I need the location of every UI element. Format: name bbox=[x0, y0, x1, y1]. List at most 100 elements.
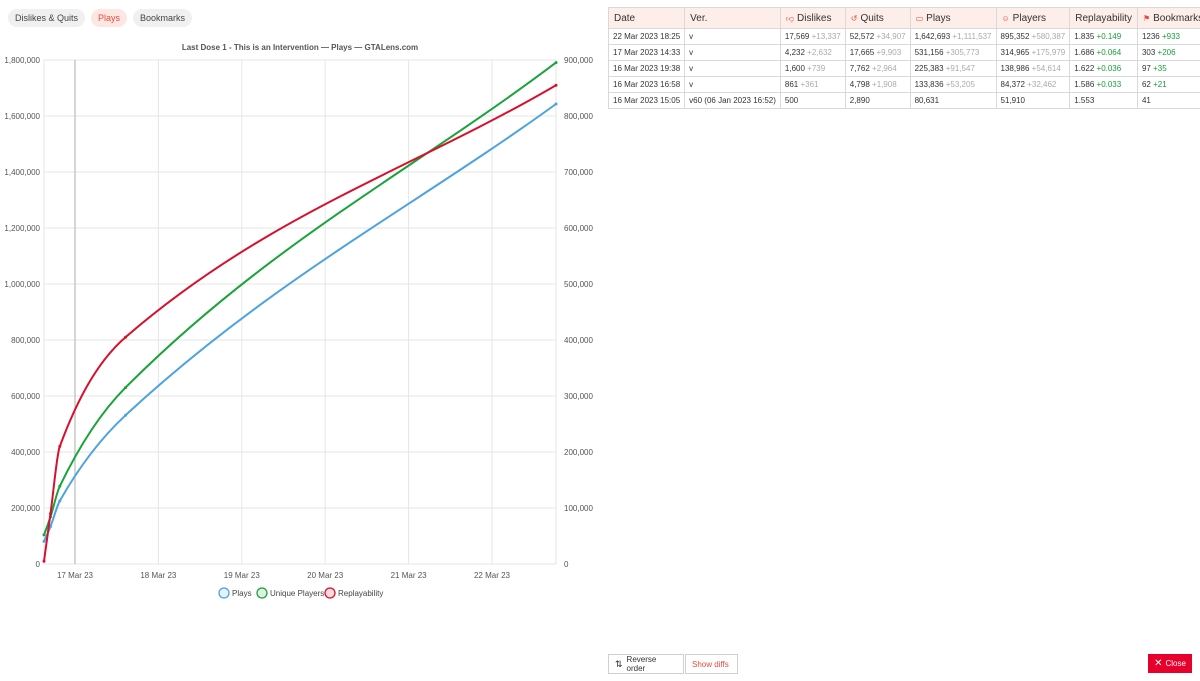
cell-date: 16 Mar 2023 15:05 bbox=[613, 96, 681, 105]
table-cell: 314,965 +175,979 bbox=[995, 44, 1071, 61]
table-cell: 1.686 +0.064 bbox=[1069, 44, 1138, 61]
table-cell: 52,572 +34,907 bbox=[844, 28, 911, 45]
table-cell: 861 +361 bbox=[779, 76, 846, 93]
y-left-tick-label: 1,600,000 bbox=[4, 112, 40, 121]
table-cell: 51,910 bbox=[995, 92, 1071, 109]
data-point bbox=[554, 83, 558, 87]
close-button[interactable]: ✕ Close bbox=[1148, 654, 1192, 673]
data-point bbox=[124, 413, 128, 417]
col-quits[interactable]: ↺ Quits bbox=[844, 7, 911, 29]
table-cell: 1,600 +739 bbox=[779, 60, 846, 77]
cell-date: 16 Mar 2023 19:38 bbox=[613, 64, 681, 73]
table-cell: v60 (06 Jan 2023 16:52) bbox=[684, 92, 781, 109]
col-plays[interactable]: ▭ Plays bbox=[909, 7, 997, 29]
series-lines bbox=[42, 61, 558, 563]
cell-dislikes: 17,569 bbox=[784, 32, 810, 41]
cell-bookmarks-delta: +206 bbox=[1157, 48, 1176, 57]
col-version[interactable]: Ver. bbox=[684, 7, 781, 29]
table-cell: 303 +206 bbox=[1136, 44, 1200, 61]
table-cell: 97 +35 bbox=[1136, 60, 1200, 77]
y-right-tick-label: 0 bbox=[564, 560, 569, 569]
y-left-tick-label: 1,400,000 bbox=[4, 168, 40, 177]
table-cell: 531,156 +305,773 bbox=[909, 44, 997, 61]
cell-replay: 1.835 bbox=[1074, 32, 1095, 41]
legend-unique-players-swatch[interactable] bbox=[256, 587, 268, 599]
data-point bbox=[42, 533, 46, 537]
close-icon: ✕ bbox=[1154, 658, 1163, 669]
tab-bookmarks[interactable]: Bookmarks bbox=[133, 9, 193, 27]
cell-bookmarks: 62 bbox=[1141, 80, 1151, 89]
y-right-tick-label: 800,000 bbox=[564, 112, 593, 121]
cell-players-delta: +175,979 bbox=[1031, 48, 1066, 57]
x-tick-label: 22 Mar 23 bbox=[474, 571, 511, 580]
table-cell: 1.586 +0.033 bbox=[1069, 76, 1138, 93]
cell-plays: 80,631 bbox=[914, 96, 940, 105]
legend-replayability-swatch[interactable] bbox=[324, 587, 336, 599]
y-left-tick-label: 0 bbox=[36, 560, 41, 569]
legend-unique-players-label[interactable]: Unique Players bbox=[270, 589, 324, 598]
x-tick-label: 20 Mar 23 bbox=[307, 571, 344, 580]
cell-quits-delta: +34,907 bbox=[876, 32, 906, 41]
show-diffs-label: Show diffs bbox=[692, 659, 729, 669]
table-cell: 2,890 bbox=[844, 92, 911, 109]
y-axis-left: 0 200,000 400,000 600,000 800,000 1,000,000 1,… bbox=[4, 56, 40, 569]
cell-plays: 1,642,693 bbox=[914, 32, 951, 41]
cell-plays-delta: +91,547 bbox=[945, 64, 975, 73]
show-diffs-button[interactable]: Show diffs bbox=[685, 654, 738, 674]
cell-date: 17 Mar 2023 14:33 bbox=[613, 48, 681, 57]
cell-plays: 133,836 bbox=[914, 80, 944, 89]
cell-dislikes: 500 bbox=[784, 96, 799, 105]
cell-dislikes: 1,600 bbox=[784, 64, 805, 73]
cell-dislikes: 4,232 bbox=[784, 48, 805, 57]
cell-ver: v bbox=[689, 80, 694, 89]
table-cell: v bbox=[684, 28, 781, 45]
sort-icon: ⇅ bbox=[615, 658, 623, 669]
y-left-tick-label: 1,000,000 bbox=[4, 280, 40, 289]
table-cell: 62 +21 bbox=[1136, 76, 1200, 93]
cell-replay-delta: +0.064 bbox=[1096, 48, 1122, 57]
table-row: 17 Mar 2023 14:33 v 4,232 +2,632 17,665 +9,… bbox=[607, 44, 1200, 61]
table-row: 16 Mar 2023 19:38 v 1,600 +739 7,762 +2,964… bbox=[607, 60, 1200, 77]
history-table: Date Ver. 👎︎ Dislikes ↺ Quits ▭ Plays ☺ Play… bbox=[607, 7, 1200, 109]
cell-quits-delta: +9,903 bbox=[876, 48, 902, 57]
reverse-order-button[interactable]: ⇅ Reverse order bbox=[608, 654, 684, 674]
legend-plays-label[interactable]: Plays bbox=[232, 589, 252, 598]
tab-plays[interactable]: Plays bbox=[91, 9, 128, 27]
table-cell: 1236 +933 bbox=[1136, 28, 1200, 45]
table-cell: 7,762 +2,964 bbox=[844, 60, 911, 77]
chart-title: Last Dose 1 - This is an Intervention — … bbox=[182, 43, 418, 52]
table-cell: 1.835 +0.149 bbox=[1069, 28, 1138, 45]
y-right-tick-label: 700,000 bbox=[564, 168, 593, 177]
y-left-tick-label: 200,000 bbox=[11, 504, 40, 513]
cell-plays: 225,383 bbox=[914, 64, 944, 73]
cell-bookmarks: 41 bbox=[1141, 96, 1151, 105]
table-cell: 138,986 +54,614 bbox=[995, 60, 1071, 77]
y-right-tick-label: 100,000 bbox=[564, 504, 593, 513]
y-left-tick-label: 800,000 bbox=[11, 336, 40, 345]
cell-players: 314,965 bbox=[1000, 48, 1030, 57]
cell-quits: 17,665 bbox=[849, 48, 875, 57]
cell-quits-delta: +2,964 bbox=[872, 64, 897, 73]
cell-replay: 1.586 bbox=[1074, 80, 1095, 89]
data-point bbox=[124, 335, 128, 339]
table-cell: v bbox=[684, 76, 781, 93]
col-date[interactable]: Date bbox=[607, 7, 686, 29]
legend-replayability-label[interactable]: Replayability bbox=[338, 589, 383, 598]
cell-plays-delta: +305,773 bbox=[945, 48, 980, 57]
cell-plays: 531,156 bbox=[914, 48, 944, 57]
y-right-tick-label: 300,000 bbox=[564, 392, 593, 401]
legend-plays-swatch[interactable] bbox=[218, 587, 230, 599]
cell-replay: 1.686 bbox=[1074, 48, 1095, 57]
tab-dislikes-quits[interactable]: Dislikes & Quits bbox=[8, 9, 86, 27]
col-dislikes[interactable]: 👎︎ Dislikes bbox=[779, 7, 846, 29]
cell-bookmarks: 97 bbox=[1141, 64, 1151, 73]
col-replayability[interactable]: Replayability bbox=[1069, 7, 1138, 29]
col-bookmarks[interactable]: ⚑ Bookmarks bbox=[1136, 7, 1200, 29]
table-cell: 4,798 +1,908 bbox=[844, 76, 911, 93]
col-players[interactable]: ☺ Players bbox=[995, 7, 1071, 29]
series-line-unique-players bbox=[43, 61, 557, 536]
cell-bookmarks-delta: +35 bbox=[1153, 64, 1167, 73]
table-cell: 17 Mar 2023 14:33 bbox=[607, 44, 686, 61]
y-right-tick-label: 200,000 bbox=[564, 448, 593, 457]
chart-tabs: Dislikes & Quits Plays Bookmarks bbox=[8, 9, 193, 27]
